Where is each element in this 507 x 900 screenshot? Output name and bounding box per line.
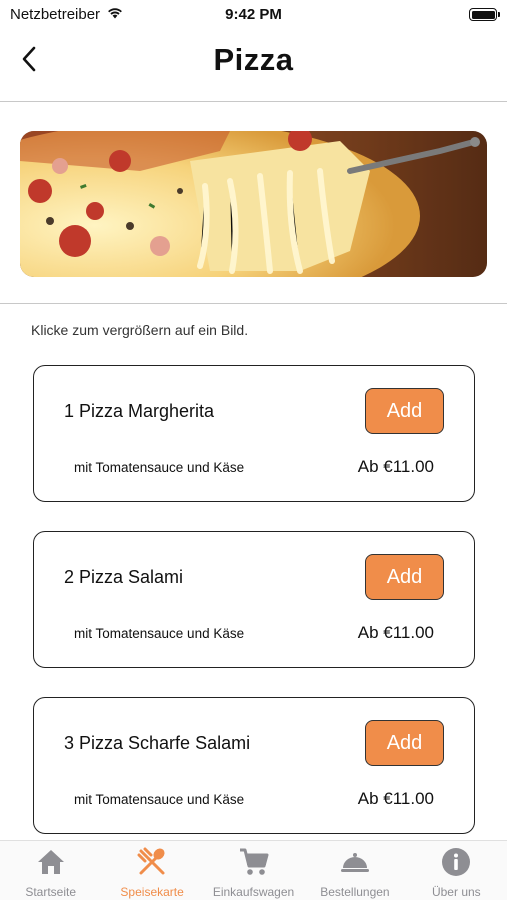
- item-name: 3 Pizza Scharfe Salami: [64, 733, 251, 753]
- section-divider: [0, 303, 507, 304]
- battery-icon: [469, 8, 500, 21]
- fork-spoon-icon: [136, 846, 168, 878]
- tab-bar: Startseite Speisekarte Einkaufswagen Bes…: [0, 840, 507, 900]
- tab-speisekarte[interactable]: Speisekarte: [101, 841, 202, 900]
- item-description: mit Tomatensauce und Käse: [74, 460, 245, 475]
- info-icon: [440, 846, 472, 878]
- item-description: mit Tomatensauce und Käse: [74, 626, 245, 641]
- tab-einkaufswagen[interactable]: Einkaufswagen: [203, 841, 304, 900]
- home-icon: [35, 846, 67, 878]
- page-title: Pizza: [213, 42, 294, 77]
- nav-bar: Pizza: [0, 30, 507, 102]
- status-bar: Netzbetreiber 9:42 PM: [0, 0, 507, 30]
- add-button[interactable]: Add: [365, 720, 444, 766]
- cart-icon: [238, 846, 270, 878]
- enlarge-hint: Klicke zum vergrößern auf ein Bild.: [31, 322, 249, 338]
- status-time: 9:42 PM: [225, 6, 282, 23]
- tab-startseite[interactable]: Startseite: [0, 841, 101, 900]
- tab-label: Bestellungen: [320, 885, 390, 899]
- item-price: Ab €11.00: [357, 789, 434, 808]
- item-price: Ab €11.00: [357, 623, 434, 642]
- item-price: Ab €11.00: [357, 457, 434, 476]
- menu-item-card: 1 Pizza Margherita Add mit Tomatensauce …: [33, 365, 475, 502]
- item-name: 2 Pizza Salami: [64, 567, 184, 587]
- tab-label: Über uns: [431, 885, 481, 899]
- tab-bestellungen[interactable]: Bestellungen: [304, 841, 405, 900]
- cloche-icon: [339, 846, 371, 878]
- menu-item-card: 3 Pizza Scharfe Salami Add mit Tomatensa…: [33, 697, 475, 834]
- add-button[interactable]: Add: [365, 554, 444, 600]
- tab-label: Startseite: [25, 885, 77, 899]
- hero-image[interactable]: [20, 131, 487, 277]
- item-description: mit Tomatensauce und Käse: [74, 792, 245, 807]
- add-button[interactable]: Add: [365, 388, 444, 434]
- tab-label: Speisekarte: [120, 885, 184, 899]
- tab-label: Einkaufswagen: [212, 885, 295, 899]
- tab-ueber-uns[interactable]: Über uns: [406, 841, 507, 900]
- item-name: 1 Pizza Margherita: [64, 401, 215, 421]
- menu-item-card: 2 Pizza Salami Add mit Tomatensauce und …: [33, 531, 475, 668]
